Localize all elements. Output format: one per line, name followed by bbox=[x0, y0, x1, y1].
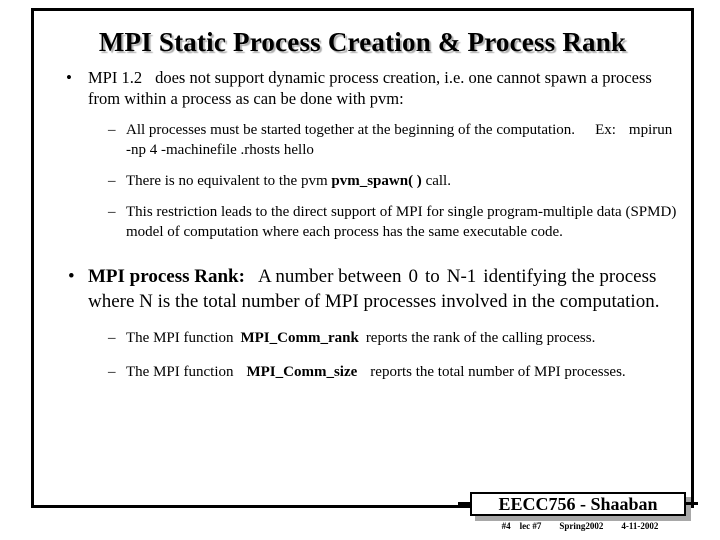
dash-marker-icon: – bbox=[108, 330, 116, 346]
term-label: Spring2002 bbox=[559, 521, 604, 531]
bullet-item-2: • MPI process Rank: A number between 0 to N-… bbox=[52, 264, 679, 314]
slide-body: • MPI 1.2 does not support dynamic proces… bbox=[52, 67, 679, 382]
course-label: EECC756 - Shaaban bbox=[498, 494, 658, 514]
slide-frame: MPI Static Process Creation & Process Ra… bbox=[31, 8, 694, 508]
rank-range-start: 0 bbox=[408, 266, 418, 287]
slide-meta: #4 lec #7 Spring2002 4-11-2002 bbox=[455, 521, 705, 532]
bullet-1-rest: does not support dynamic process creatio… bbox=[88, 68, 652, 108]
bullet-2-2-text: The MPI function MPI_Comm_size reports the… bbox=[126, 362, 679, 382]
dash-marker-icon: – bbox=[108, 173, 116, 189]
bullet-marker-icon: • bbox=[66, 68, 72, 87]
bullet-item-1-2: – There is no equivalent to the pvm pvm_… bbox=[52, 171, 679, 191]
lecture-number: lec #7 bbox=[519, 521, 542, 531]
example-label: Ex: bbox=[595, 122, 616, 138]
rank-range-mid: to bbox=[424, 266, 440, 287]
bullet-2-text: MPI process Rank: A number between 0 to N-1 i… bbox=[88, 264, 679, 314]
bullet-2-pre: A number between bbox=[257, 266, 402, 287]
dash-marker-icon: – bbox=[108, 204, 116, 220]
course-badge: EECC756 - Shaaban bbox=[458, 492, 698, 521]
bullet-1-1-line1: All processes must be started together a… bbox=[126, 122, 576, 138]
bullet-1-2-post: call. bbox=[425, 173, 451, 189]
date-label: 4-11-2002 bbox=[621, 521, 659, 531]
mpi-comm-rank-code: MPI_Comm_rank bbox=[240, 330, 359, 346]
bullet-2-2-post: reports the total number of MPI processe… bbox=[370, 364, 626, 380]
pvm-spawn-code: pvm_spawn( ) bbox=[331, 173, 422, 189]
slide-number: #4 bbox=[501, 521, 511, 531]
bullet-2-1-pre: The MPI function bbox=[126, 330, 234, 346]
rank-range-end: N-1 bbox=[446, 266, 477, 287]
dash-marker-icon: – bbox=[108, 122, 116, 138]
bullet-1-3-text: This restriction leads to the direct sup… bbox=[126, 204, 677, 240]
bullet-item-1: • MPI 1.2 does not support dynamic proces… bbox=[52, 67, 679, 109]
bullet-1-text: MPI 1.2 does not support dynamic process … bbox=[88, 67, 679, 109]
bullet-1-2-text: There is no equivalent to the pvm pvm_sp… bbox=[126, 171, 679, 191]
bullet-item-2-1: – The MPI function MPI_Comm_rank reports t… bbox=[52, 328, 679, 348]
slide-title: MPI Static Process Creation & Process Ra… bbox=[98, 27, 627, 57]
bullet-marker-icon: • bbox=[68, 266, 75, 287]
bullet-1-sublist: – All processes must be started together… bbox=[52, 120, 679, 242]
mpi-comm-size-code: MPI_Comm_size bbox=[246, 364, 358, 380]
badge-box: EECC756 - Shaaban bbox=[470, 492, 686, 516]
bullet-2-1-text: The MPI function MPI_Comm_rank reports the… bbox=[126, 328, 679, 348]
bullet-item-1-1: – All processes must be started together… bbox=[52, 120, 679, 160]
bullet-1-pre: MPI 1.2 bbox=[88, 68, 143, 87]
bullet-1-2-pre: There is no equivalent to the pvm bbox=[126, 173, 328, 189]
bullet-2-1-post: reports the rank of the calling process. bbox=[365, 330, 596, 346]
bullet-1-1-text: All processes must be started together a… bbox=[126, 120, 679, 160]
bullet-item-2-2: – The MPI function MPI_Comm_size reports t… bbox=[52, 362, 679, 382]
bullet-item-1-3: – This restriction leads to the direct s… bbox=[52, 202, 679, 242]
badge-right-tab bbox=[685, 502, 698, 505]
bullet-2-2-pre: The MPI function bbox=[126, 364, 234, 380]
bullet-2-sublist: – The MPI function MPI_Comm_rank reports t… bbox=[52, 328, 679, 382]
dash-marker-icon: – bbox=[108, 364, 116, 380]
mpi-process-rank-label: MPI process Rank: bbox=[88, 266, 245, 287]
